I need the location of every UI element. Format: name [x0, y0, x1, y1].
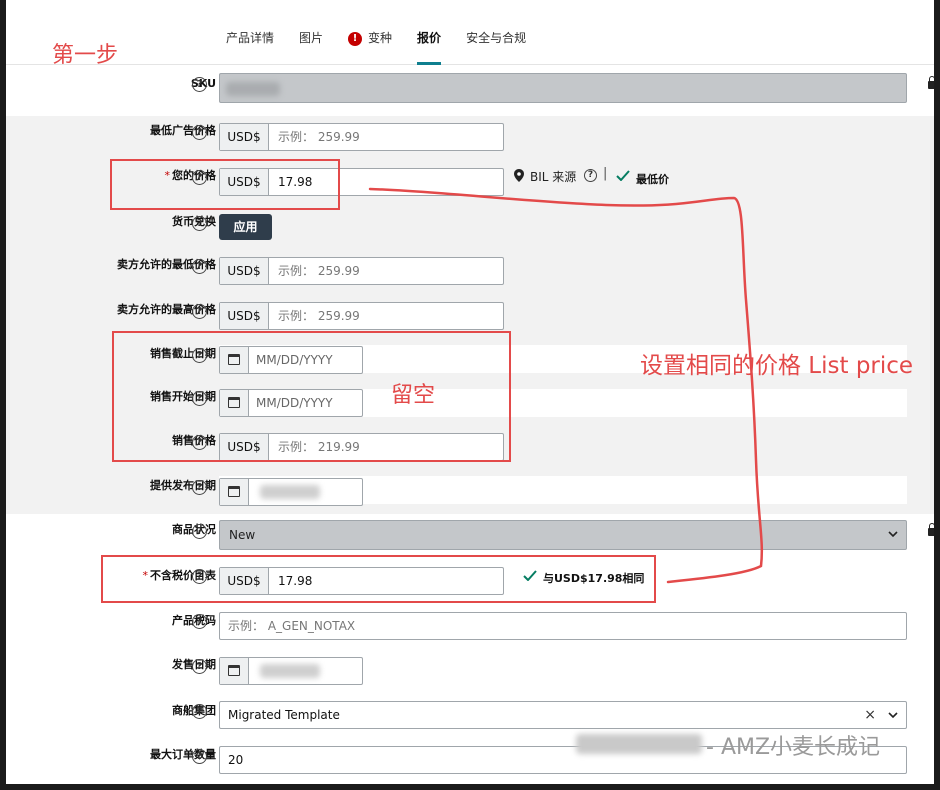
offer-page: 产品详情 图片 ! 变种 报价 安全与合规 SKU ? 最低广告价格 ? USD$…: [6, 0, 934, 784]
annotation-arrow-path: [368, 187, 764, 584]
